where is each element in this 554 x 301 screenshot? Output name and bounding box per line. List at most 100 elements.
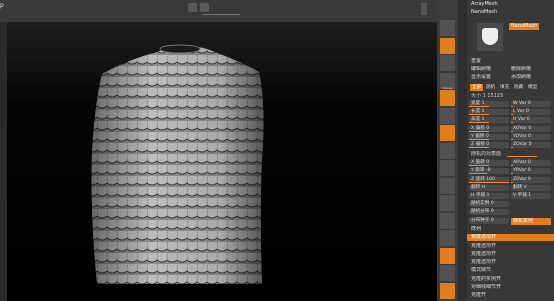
strip-button[interactable] xyxy=(440,247,455,264)
misc-slider-label: 随机分布 0 xyxy=(471,209,494,215)
slider-label: 长度 1 xyxy=(471,109,485,115)
slider-right[interactable]: W Var 0 xyxy=(511,101,551,107)
strip-button[interactable] xyxy=(440,160,455,176)
slider-left[interactable]: 宽度 1 xyxy=(469,101,509,107)
slider-label: Y 旋转 -8 xyxy=(471,168,491,174)
3d-viewport[interactable] xyxy=(7,22,437,301)
strip-button[interactable] xyxy=(440,265,455,281)
misc-slider[interactable]: 随机分布 0 xyxy=(469,209,509,216)
panel-button-label: 重置 xyxy=(471,58,482,64)
nanomesh-toggle-button[interactable]: NanoMesh 开 xyxy=(509,23,539,30)
slider-label: Z 偏移 0 xyxy=(471,142,490,147)
strip-button[interactable] xyxy=(440,20,455,36)
panel-tab[interactable]: 填充 xyxy=(498,84,511,91)
list-item-label: 克隆选项开 xyxy=(471,259,497,266)
panel-header-line[interactable]: NanoMesh xyxy=(467,9,554,16)
window-title: p xyxy=(0,2,4,9)
list-item[interactable]: 模式细节 xyxy=(467,267,554,274)
list-item[interactable]: 克隆开 xyxy=(467,292,554,299)
strip-button-label: Sweep xyxy=(442,85,453,90)
strip-button[interactable] xyxy=(440,282,455,299)
slider-right[interactable]: H Var 0 xyxy=(511,117,551,124)
slider-left[interactable]: X 旋转 0 xyxy=(469,160,509,167)
slider-left[interactable]: Y 旋转 -8 xyxy=(469,168,509,175)
tool-panel: ArrayMesh NanoMesh NanoMesh 开重置编辑刷槽 删除刷槽显示设… xyxy=(467,0,554,301)
random-orient-label: 随机向对表面 xyxy=(471,151,502,158)
slider-label: Y 偏移 0 xyxy=(471,133,489,139)
tile-slider-label: V 平铺 1 xyxy=(513,193,532,198)
toolbar-icon-a[interactable] xyxy=(188,3,197,12)
misc-slider[interactable]: 分布种子 0 xyxy=(469,217,509,224)
list-item[interactable]: 克隆选项开 xyxy=(467,243,554,250)
list-item[interactable]: 克隆的实例开 xyxy=(467,276,554,283)
panel-button-row[interactable]: 显示设置 添加刷槽 xyxy=(467,74,554,81)
divider xyxy=(202,14,240,15)
panel-button-row[interactable]: 重置 xyxy=(467,58,554,65)
slider-right[interactable]: L Var 0 xyxy=(511,109,551,116)
panel-button-label-right: 添加刷槽 xyxy=(511,74,532,80)
slider-right[interactable]: YOVar 0 xyxy=(511,133,551,140)
slider-label: X 旋转 0 xyxy=(471,160,490,166)
panel-header-line[interactable]: ArrayMesh xyxy=(467,1,554,8)
strip-button[interactable] xyxy=(440,177,455,194)
slider-label: L Var 0 xyxy=(513,109,529,115)
slider-left[interactable]: 高度 1 xyxy=(469,117,509,124)
random-instance-button[interactable]: 随机实例 xyxy=(511,217,551,225)
list-item[interactable]: 对细线细节开 xyxy=(467,284,554,291)
list-selected-item[interactable]: 克隆选项开 xyxy=(467,234,554,242)
random-instance-label: 随机实例 xyxy=(513,217,534,224)
instance-count: 大小 1 15125 xyxy=(467,93,554,100)
misc-slider-label: 分布种子 0 xyxy=(471,217,494,223)
list-item[interactable]: 克隆选项开 xyxy=(467,251,554,258)
panel-tab[interactable]: 模型 xyxy=(526,84,539,91)
array-section-header[interactable]: 阵列 xyxy=(467,226,554,233)
slider-right[interactable]: XRVar 0 xyxy=(511,160,551,167)
list-item-label: 克隆的实例开 xyxy=(471,275,502,282)
panel-button-label: 编辑刷槽 xyxy=(471,66,492,72)
panel-tab[interactable]: 全部 xyxy=(470,84,484,91)
list-item-label: 克隆开 xyxy=(471,292,487,298)
strip-button[interactable] xyxy=(440,142,455,159)
flip-button-label: 翻转 V xyxy=(513,184,527,190)
slider-label: XRVar 0 xyxy=(513,160,531,166)
top-icons xyxy=(188,3,209,12)
list-item[interactable]: 克隆选项开 xyxy=(467,259,554,266)
slider-right[interactable]: ZRVar 0 xyxy=(511,176,551,183)
nanomesh-toggle-label: NanoMesh 开 xyxy=(511,23,539,29)
slider-label: ZOVar 0 xyxy=(513,142,532,147)
slider-label: Z 旋转 180 xyxy=(471,176,496,182)
strip-button[interactable]: Sweep xyxy=(440,72,455,90)
slider-left[interactable]: Y 偏移 0 xyxy=(469,133,509,140)
slider-right[interactable]: XOVar 0 xyxy=(511,125,551,132)
panel-button-row[interactable]: 编辑刷槽 删除刷槽 xyxy=(467,66,554,73)
slider-left[interactable]: Z 偏移 0 xyxy=(469,142,509,148)
nanomesh-thumbnail[interactable] xyxy=(477,23,503,51)
strip-button[interactable] xyxy=(440,230,455,246)
strip-button[interactable] xyxy=(440,125,455,141)
strip-button[interactable] xyxy=(440,37,455,54)
slider-label: X 偏移 0 xyxy=(471,125,490,131)
tool-strip: Sweep xyxy=(437,0,458,301)
random-orient-row[interactable]: 随机向对表面 xyxy=(467,151,554,158)
panel-tab[interactable]: 随机 xyxy=(484,84,497,91)
strip-button[interactable] xyxy=(440,107,455,124)
toolbar-icon-b[interactable] xyxy=(200,3,209,12)
list-item-label: 模式细节 xyxy=(471,267,492,274)
misc-slider[interactable]: 随机实例 0 xyxy=(469,201,509,208)
tile-slider-right[interactable]: V 平铺 1 xyxy=(511,193,551,199)
slider-left[interactable]: X 偏移 0 xyxy=(469,125,509,132)
slider-left[interactable]: Z 旋转 180 xyxy=(469,176,509,183)
strip-button[interactable] xyxy=(440,212,455,229)
panel-grip[interactable] xyxy=(421,3,427,15)
strip-button[interactable] xyxy=(440,55,455,71)
flip-button-left[interactable]: 翻转 H xyxy=(469,184,509,191)
panel-tab[interactable]: 隐藏 xyxy=(512,84,525,91)
tile-slider-left[interactable]: H 平铺 1 xyxy=(469,193,509,199)
slider-left[interactable]: 长度 1 xyxy=(469,109,509,116)
slider-right[interactable]: ZOVar 0 xyxy=(511,142,551,148)
flip-button-right[interactable]: 翻转 V xyxy=(511,184,551,191)
strip-button[interactable] xyxy=(440,195,455,211)
strip-button[interactable] xyxy=(440,90,455,106)
panel-button-label: 显示设置 xyxy=(471,74,492,80)
slider-right[interactable]: YRVar 0 xyxy=(511,168,551,175)
